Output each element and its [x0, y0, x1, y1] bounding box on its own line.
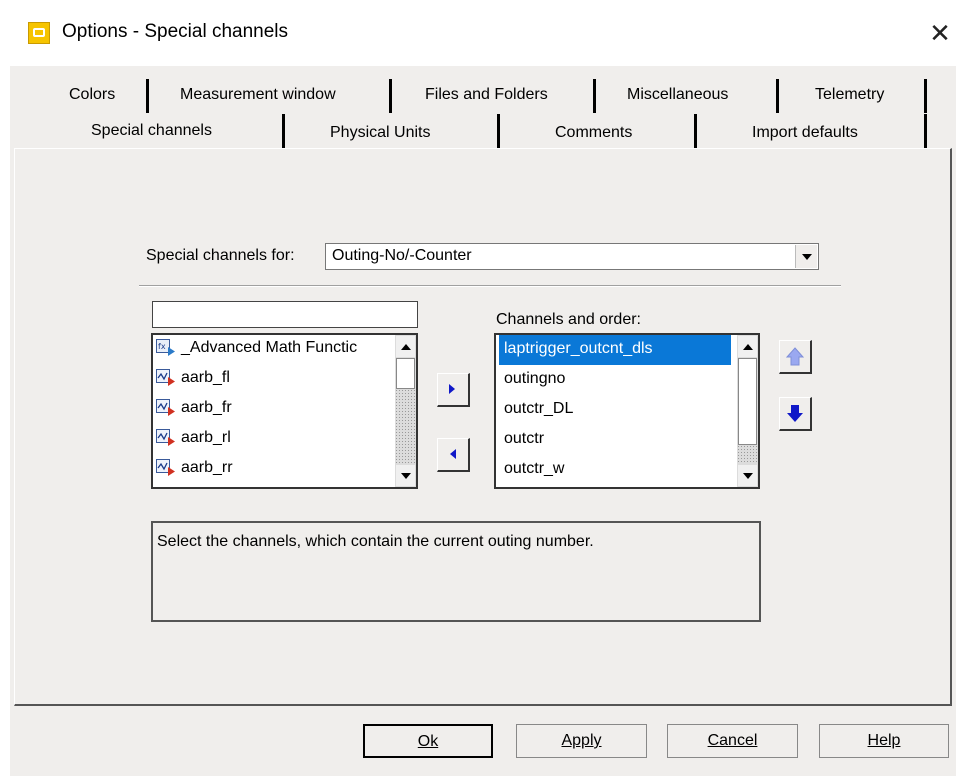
- tab-measurement-window[interactable]: Measurement window: [180, 86, 336, 104]
- scroll-up-icon[interactable]: [737, 335, 758, 358]
- formula-icon: fx: [156, 339, 175, 356]
- channels-and-order-label: Channels and order:: [496, 311, 641, 328]
- separator: [139, 285, 841, 287]
- scroll-down-icon[interactable]: [737, 464, 758, 487]
- signal-channel-icon: [156, 399, 175, 416]
- app-icon: [28, 22, 50, 44]
- svg-text:fx: fx: [158, 342, 166, 351]
- list-item[interactable]: outctr_DL: [499, 395, 731, 425]
- tab-divider: [776, 79, 779, 113]
- chevron-down-icon[interactable]: [795, 245, 817, 268]
- list-item[interactable]: outingno: [499, 365, 731, 395]
- tab-files-and-folders[interactable]: Files and Folders: [425, 86, 548, 104]
- tab-divider: [389, 79, 392, 113]
- window-title: Options - Special channels: [62, 21, 289, 42]
- add-channel-button[interactable]: [437, 373, 470, 407]
- special-channels-for-select[interactable]: Outing-No/-Counter: [325, 243, 819, 270]
- scroll-up-icon[interactable]: [395, 335, 416, 358]
- tab-comments[interactable]: Comments: [555, 124, 632, 142]
- tab-physical-units[interactable]: Physical Units: [330, 124, 430, 142]
- arrow-down-icon: [787, 405, 803, 422]
- signal-channel-icon: [156, 459, 175, 476]
- arrow-up-icon: [785, 347, 805, 366]
- special-channels-for-label: Special channels for:: [146, 247, 295, 264]
- list-item[interactable]: outctr: [499, 425, 731, 455]
- scroll-track[interactable]: [737, 445, 758, 464]
- scroll-down-icon[interactable]: [395, 464, 416, 487]
- ok-button[interactable]: Ok: [363, 724, 493, 758]
- tab-import-defaults[interactable]: Import defaults: [752, 124, 858, 142]
- tab-divider: [924, 114, 927, 148]
- tab-divider: [593, 79, 596, 113]
- list-item[interactable]: outctr_w: [499, 455, 731, 485]
- description-box: Select the channels, which contain the c…: [151, 521, 761, 622]
- channel-filter-input[interactable]: [152, 301, 418, 328]
- remove-channel-button[interactable]: [437, 438, 470, 472]
- tab-divider: [694, 114, 697, 148]
- scroll-thumb[interactable]: [396, 358, 415, 389]
- signal-channel-icon: [156, 369, 175, 386]
- tab-divider: [282, 114, 285, 148]
- tab-divider: [146, 79, 149, 113]
- move-down-button[interactable]: [779, 397, 812, 431]
- select-value: Outing-No/-Counter: [332, 247, 472, 264]
- tab-divider: [924, 79, 927, 113]
- close-icon[interactable]: ✕: [920, 14, 960, 52]
- scroll-thumb[interactable]: [738, 358, 757, 445]
- scroll-track[interactable]: [395, 389, 416, 464]
- apply-button[interactable]: Apply: [516, 724, 647, 758]
- move-up-button[interactable]: [779, 340, 812, 374]
- left-list-scrollbar[interactable]: [395, 335, 416, 487]
- tab-colors[interactable]: Colors: [69, 86, 115, 104]
- cancel-button[interactable]: Cancel: [667, 724, 798, 758]
- tab-miscellaneous[interactable]: Miscellaneous: [627, 86, 728, 104]
- right-list-scrollbar[interactable]: [737, 335, 758, 487]
- tab-telemetry[interactable]: Telemetry: [815, 86, 884, 104]
- signal-channel-icon: [156, 429, 175, 446]
- help-button[interactable]: Help: [819, 724, 949, 758]
- available-channels-list[interactable]: fx _Advanced Math Functic aarb_fl aarb_f…: [151, 333, 418, 489]
- list-item-selected[interactable]: laptrigger_outcnt_dls: [499, 335, 731, 365]
- channels-and-order-list[interactable]: laptrigger_outcnt_dls outingno outctr_DL…: [494, 333, 760, 489]
- tab-divider: [497, 114, 500, 148]
- tab-special-channels[interactable]: Special channels: [91, 122, 212, 140]
